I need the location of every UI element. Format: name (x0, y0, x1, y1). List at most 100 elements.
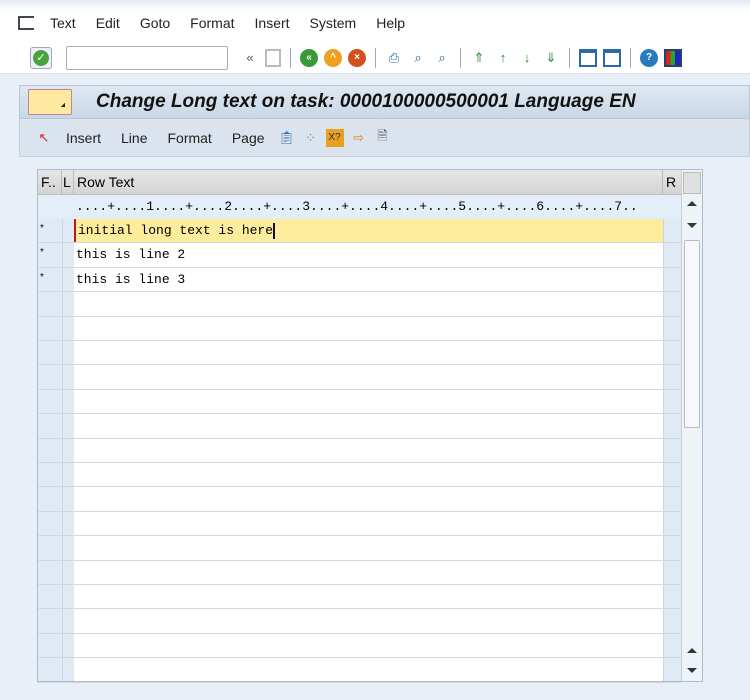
table-row (38, 585, 681, 610)
row-text-input[interactable] (74, 341, 663, 364)
row-format-marker: * (40, 271, 44, 283)
formula-icon[interactable]: X? (325, 128, 344, 147)
table-row (38, 292, 681, 317)
row-format-marker: * (40, 247, 44, 259)
table-row (38, 536, 681, 561)
vertical-scrollbar[interactable] (681, 170, 702, 681)
row-text-input[interactable] (74, 316, 663, 340)
line-button[interactable]: Line (121, 130, 147, 146)
header-format[interactable]: F.. (38, 170, 62, 195)
find-next-icon[interactable]: ⌕ (433, 49, 451, 67)
command-field[interactable] (66, 45, 228, 70)
text-cursor (273, 222, 276, 239)
row-text-input[interactable] (74, 389, 663, 413)
menu-edit[interactable]: Edit (96, 15, 120, 31)
ruler-text: ....+....1....+....2....+....3....+....4… (76, 199, 638, 214)
separator (375, 47, 376, 68)
row-text-input[interactable] (74, 487, 663, 511)
row-text-input[interactable] (74, 585, 663, 608)
row-text-input[interactable]: this is line 2 (74, 243, 663, 267)
grid-header: F.. L Row Text R (38, 170, 681, 195)
customize-layout-icon[interactable] (664, 48, 682, 67)
print-icon[interactable]: ⎙ (385, 49, 403, 67)
enter-button[interactable]: ✓ (30, 46, 52, 69)
row-text-input[interactable] (74, 536, 663, 560)
table-row (38, 658, 681, 683)
page-up-icon[interactable] (686, 645, 698, 657)
text-editor-grid: F.. L Row Text R ....+....1....+....2...… (37, 169, 703, 683)
split-icon[interactable]: ⁘ (302, 129, 320, 147)
table-row (38, 487, 681, 512)
select-icon[interactable]: ↖ (35, 129, 53, 147)
header-row-text[interactable]: Row Text (74, 170, 663, 195)
menu-text[interactable]: Text (50, 15, 76, 31)
row-text-input[interactable]: initial long text is here (74, 219, 663, 242)
separator (290, 47, 291, 68)
page-button[interactable]: Page (232, 130, 265, 146)
last-page-icon[interactable]: ⇓ (542, 49, 560, 67)
menu-goto[interactable]: Goto (140, 15, 170, 31)
table-row (38, 511, 681, 537)
table-row (38, 438, 681, 463)
settings-corner-button[interactable] (683, 172, 701, 194)
row-text-input[interactable] (74, 560, 663, 584)
cancel-icon[interactable]: × (348, 48, 366, 67)
note-icon[interactable]: 🗎︎ (374, 128, 392, 147)
previous-page-icon[interactable]: ↑ (494, 49, 512, 67)
row-text-input[interactable] (74, 463, 663, 486)
screen-menu-button[interactable] (28, 89, 72, 115)
title-bar: Change Long text on task: 00001000005000… (19, 85, 750, 119)
page-title: Change Long text on task: 00001000005000… (96, 91, 636, 112)
find-icon[interactable]: ⌕ (409, 49, 427, 67)
row-text-input[interactable] (74, 609, 663, 633)
header-line[interactable]: L (62, 170, 74, 195)
page-down-icon[interactable] (686, 665, 698, 677)
menu-bar: Text Edit Goto Format Insert System Help (0, 0, 750, 42)
header-r[interactable]: R (663, 170, 681, 195)
insert-button[interactable]: Insert (66, 130, 101, 146)
row-text-input[interactable] (74, 414, 663, 438)
first-page-icon[interactable]: ⇑ (470, 49, 488, 67)
menu-help[interactable]: Help (376, 15, 405, 31)
row-text-input[interactable] (74, 292, 663, 316)
shortcut-icon[interactable] (603, 48, 621, 67)
move-icon[interactable]: ⇨ (350, 129, 368, 147)
table-row (38, 365, 681, 390)
row-text-input[interactable] (74, 511, 663, 535)
separator (569, 47, 570, 68)
menu-insert[interactable]: Insert (255, 15, 290, 31)
exit-icon[interactable]: ^ (324, 48, 342, 67)
row-text-input[interactable]: this is line 3 (74, 267, 663, 291)
separator (630, 47, 631, 68)
table-row (38, 560, 681, 585)
next-page-icon[interactable]: ↓ (518, 49, 536, 67)
format-button[interactable]: Format (167, 130, 211, 146)
save-icon[interactable] (265, 48, 281, 67)
table-row (38, 633, 681, 659)
table-row: * this is line 3 (38, 267, 681, 293)
table-row: * initial long text is here (38, 219, 681, 244)
checkmark-icon: ✓ (33, 49, 49, 66)
column-ruler: ....+....1....+....2....+....3....+....4… (38, 195, 681, 219)
table-row (38, 389, 681, 415)
row-text-input[interactable] (74, 658, 663, 682)
menu-format[interactable]: Format (190, 15, 234, 31)
scroll-thumb[interactable] (684, 240, 700, 428)
row-text-input[interactable] (74, 633, 663, 657)
exit-menu-icon[interactable] (18, 16, 34, 30)
collapse-icon[interactable]: « (241, 49, 259, 67)
table-row (38, 414, 681, 439)
application-toolbar: ↖ Insert Line Format Page 📋︎ ⁘ X? ⇨ 🗎︎ (19, 119, 750, 157)
scroll-up-icon[interactable] (686, 198, 698, 210)
row-format-marker: * (40, 223, 44, 234)
paste-icon[interactable]: 📋︎ (278, 129, 296, 147)
row-text-input[interactable] (74, 365, 663, 389)
table-row (38, 463, 681, 488)
main-panel: Change Long text on task: 00001000005000… (19, 85, 750, 700)
menu-system[interactable]: System (310, 15, 357, 31)
new-session-icon[interactable] (579, 48, 597, 67)
row-text-input[interactable] (74, 438, 663, 462)
back-icon[interactable]: « (300, 48, 318, 67)
help-icon[interactable]: ? (640, 48, 658, 67)
scroll-down-icon[interactable] (686, 220, 698, 232)
